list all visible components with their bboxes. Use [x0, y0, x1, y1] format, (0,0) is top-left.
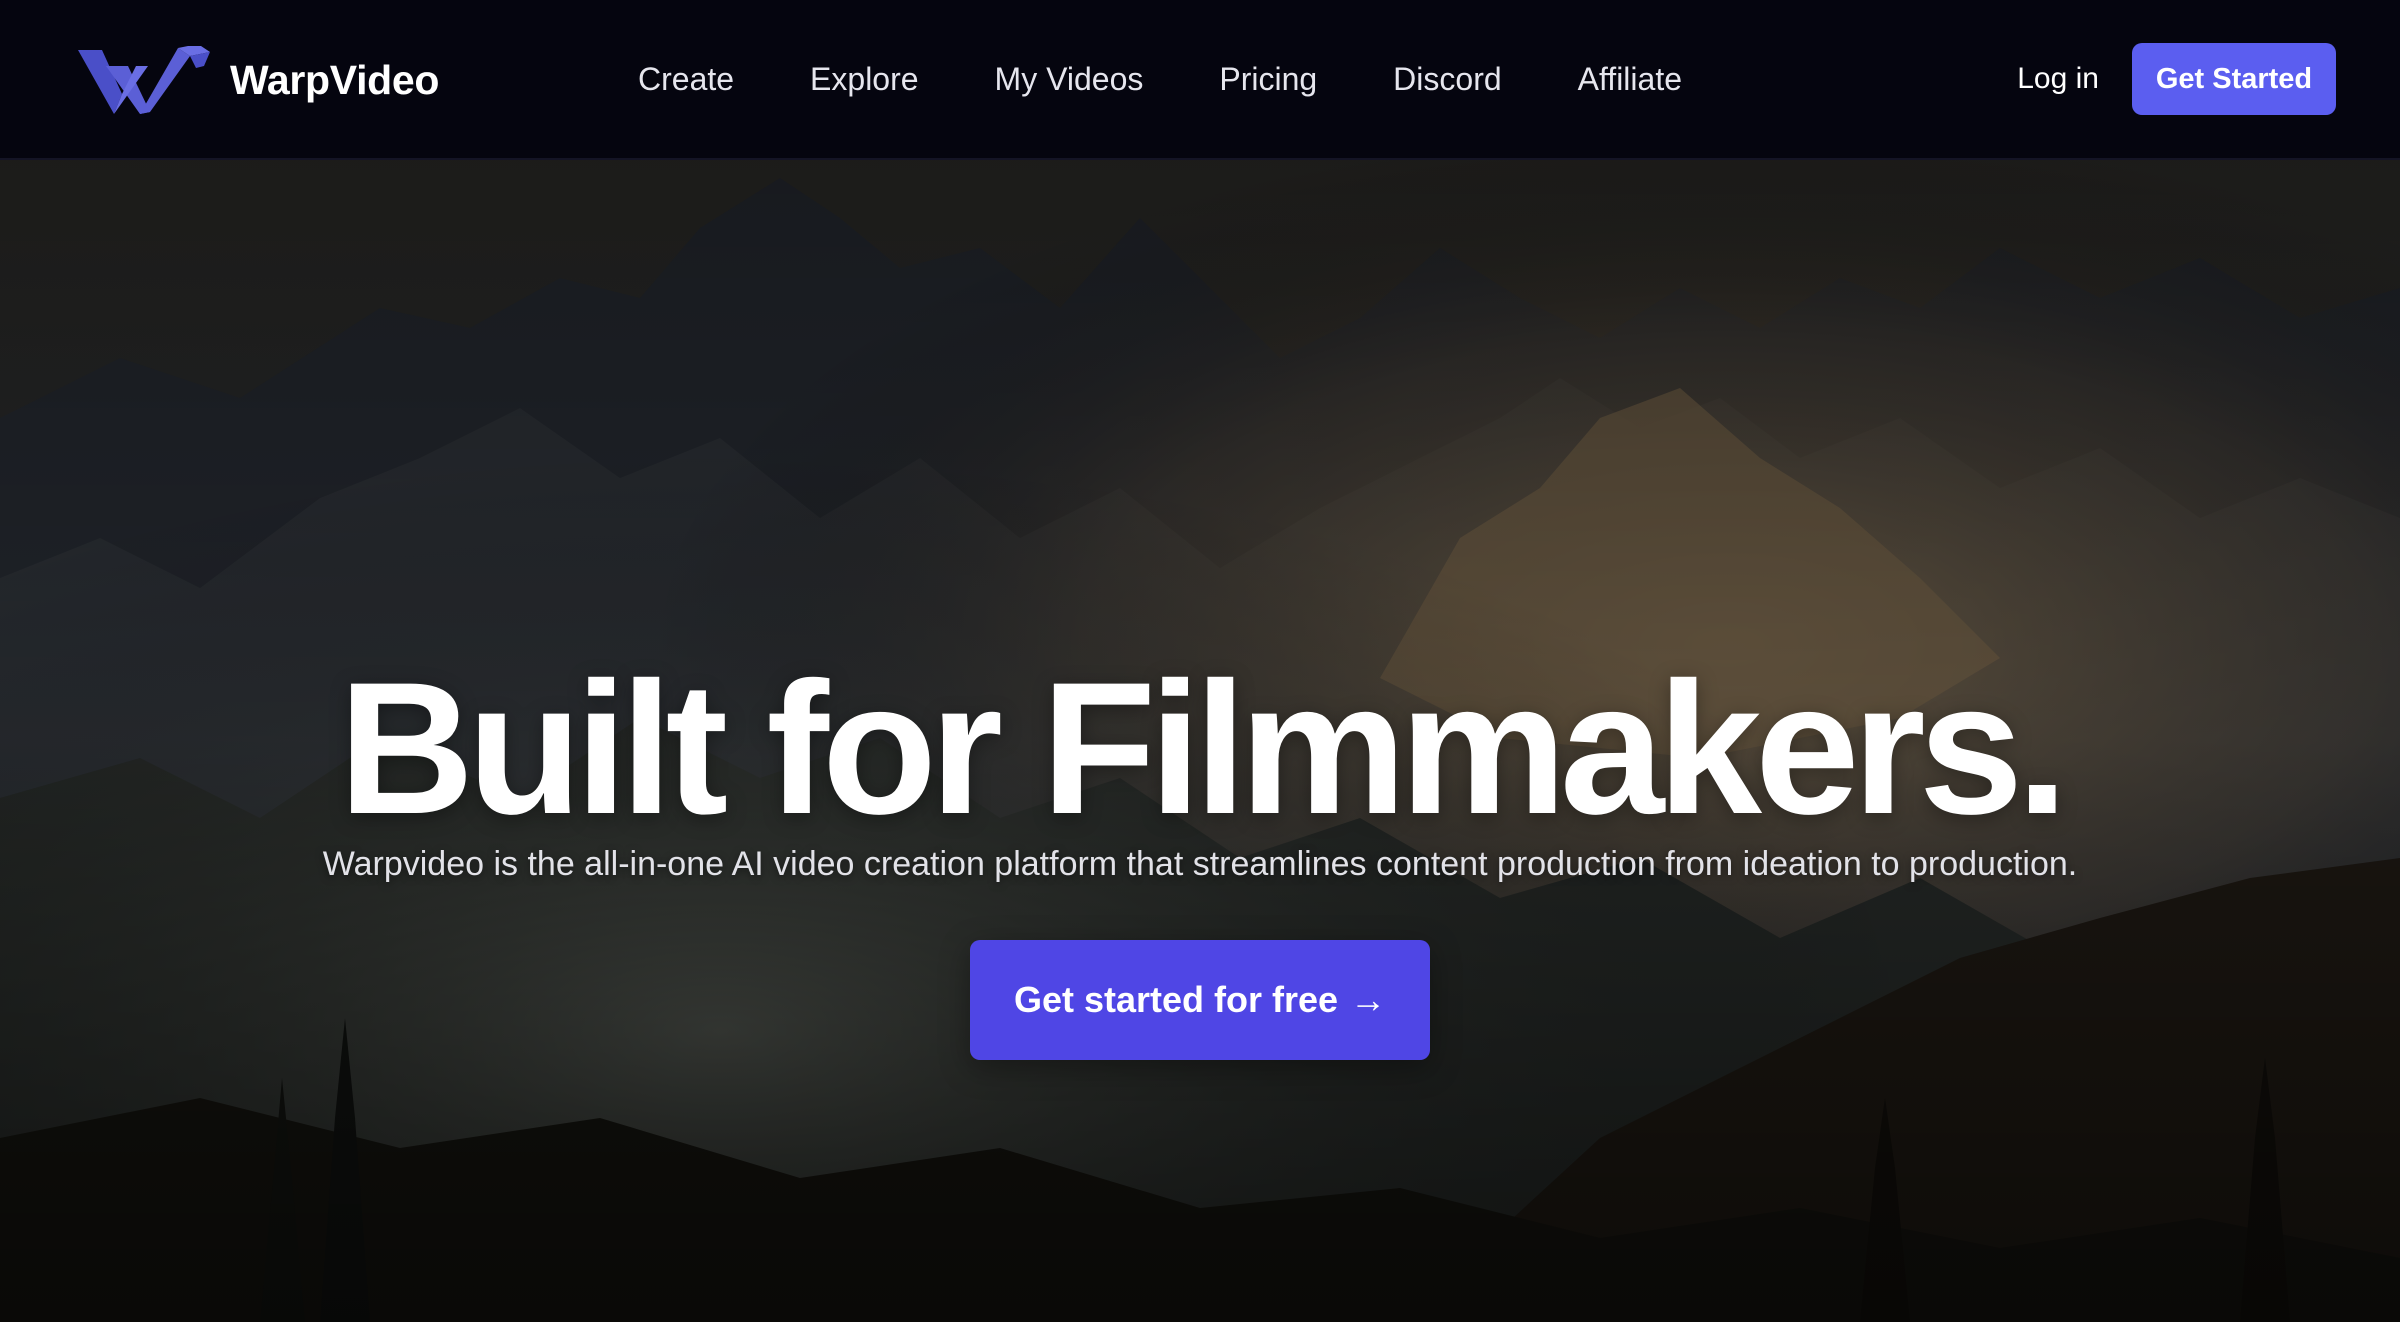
login-link[interactable]: Log in: [2017, 62, 2099, 96]
nav-link-create[interactable]: Create: [600, 49, 772, 110]
nav-link-my-videos[interactable]: My Videos: [957, 49, 1182, 110]
hero-section: Built for Filmmakers. Warpvideo is the a…: [0, 158, 2400, 1322]
arrow-right-icon: →: [1350, 979, 1387, 1020]
hero-title: Built for Filmmakers.: [338, 642, 2069, 853]
nav-link-discord[interactable]: Discord: [1355, 49, 1539, 110]
get-started-button[interactable]: Get Started: [2132, 43, 2336, 115]
nav-link-affiliate[interactable]: Affiliate: [1540, 49, 1720, 110]
main-nav: Create Explore My Videos Pricing Discord…: [600, 0, 1720, 158]
nav-link-explore[interactable]: Explore: [772, 49, 957, 110]
cta-label: Get started for free: [1013, 979, 1339, 1020]
warp-w-logo-icon: [78, 46, 210, 114]
get-started-free-button[interactable]: Get started for free →: [970, 940, 1430, 1060]
hero-subtitle: Warpvideo is the all-in-one AI video cre…: [322, 845, 2078, 883]
brand-home-link[interactable]: WarpVideo: [78, 46, 439, 114]
brand-name: WarpVideo: [230, 56, 440, 103]
nav-actions: Log in Get Started: [2017, 0, 2336, 158]
top-navbar: WarpVideo Create Explore My Videos Prici…: [0, 0, 2400, 160]
landing-page: WarpVideo Create Explore My Videos Prici…: [0, 0, 2400, 1322]
nav-link-pricing[interactable]: Pricing: [1181, 49, 1355, 110]
